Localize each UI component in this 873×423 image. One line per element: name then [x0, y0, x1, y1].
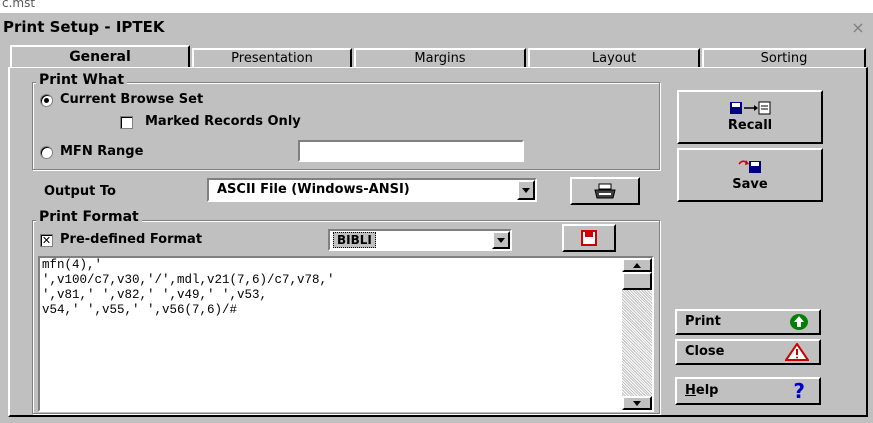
output-to-select[interactable]: ASCII File (Windows-ANSI) — [207, 178, 537, 202]
chevron-down-icon — [522, 187, 530, 193]
arrow-up-icon — [633, 262, 641, 268]
chevron-down-icon — [497, 237, 505, 243]
tab-layout[interactable]: Layout — [528, 48, 700, 68]
save-icon — [738, 160, 761, 173]
mfn-range-radio[interactable] — [40, 146, 53, 159]
save-button[interactable]: Save — [677, 148, 823, 202]
help-question-icon: ? — [793, 379, 805, 403]
tab-presentation[interactable]: Presentation — [192, 48, 352, 68]
current-browse-set-label[interactable]: Current Browse Set — [60, 92, 203, 110]
print-label: Print — [685, 314, 721, 329]
background-window-title: c.mst — [2, 0, 36, 10]
predefined-format-label[interactable]: Pre-defined Format — [60, 232, 202, 250]
print-go-icon — [790, 314, 808, 330]
output-to-dropdown-button[interactable] — [517, 180, 535, 200]
help-mnemonic: H — [685, 383, 696, 398]
output-to-value: ASCII File (Windows-ANSI) — [217, 182, 410, 197]
print-format-label: Print Format — [36, 209, 142, 227]
format-select[interactable]: BIBLI — [328, 229, 512, 251]
help-label: Help — [685, 383, 718, 398]
mfn-range-label[interactable]: MFN Range — [60, 144, 143, 162]
marked-records-only-checkbox[interactable] — [120, 116, 133, 129]
predefined-format-checkbox[interactable]: ✕ — [40, 234, 53, 247]
recall-button[interactable]: Recall — [677, 90, 823, 144]
format-select-value: BIBLI — [333, 232, 376, 248]
scroll-up-button[interactable] — [622, 258, 652, 272]
floppy-disk-icon — [581, 230, 597, 246]
scroll-thumb[interactable] — [622, 272, 652, 290]
recall-label: Recall — [727, 118, 773, 133]
current-browse-set-radio[interactable] — [40, 94, 53, 107]
help-label-rest: elp — [695, 383, 719, 398]
marked-records-only-label[interactable]: Marked Records Only — [145, 114, 301, 132]
tab-sorting[interactable]: Sorting — [702, 48, 866, 68]
radio-dot — [44, 98, 49, 103]
dialog-title: Print Setup - IPTEK — [3, 18, 165, 36]
save-label: Save — [732, 177, 768, 192]
tab-margins[interactable]: Margins — [354, 48, 526, 68]
tab-bar: General Presentation Margins Layout Sort… — [8, 45, 868, 68]
output-to-label: Output To — [44, 184, 116, 199]
tab-general[interactable]: General — [10, 45, 190, 68]
close-dialog-button[interactable]: × — [848, 19, 868, 37]
printer-setup-button[interactable] — [570, 177, 640, 205]
print-button[interactable]: Print — [675, 309, 821, 335]
mfn-range-input[interactable] — [298, 140, 524, 162]
printer-icon — [594, 183, 616, 199]
arrow-down-icon — [633, 400, 641, 406]
close-label: Close — [685, 344, 725, 359]
save-format-button[interactable] — [562, 224, 616, 252]
format-dropdown-button[interactable] — [492, 231, 510, 249]
format-scrollbar[interactable] — [622, 258, 652, 410]
close-button[interactable]: Close — [675, 339, 821, 365]
format-text-area[interactable]: mfn(4),' ',v100/c7,v30,'/',mdl,v21(7,6)/… — [38, 256, 654, 412]
scroll-down-button[interactable] — [622, 396, 652, 410]
help-button[interactable]: Help ? — [675, 377, 821, 405]
format-text: mfn(4),' ',v100/c7,v30,'/',mdl,v21(7,6)/… — [42, 258, 335, 317]
print-what-label: Print What — [36, 72, 128, 90]
warning-icon — [785, 343, 809, 361]
recall-icon — [730, 101, 771, 115]
